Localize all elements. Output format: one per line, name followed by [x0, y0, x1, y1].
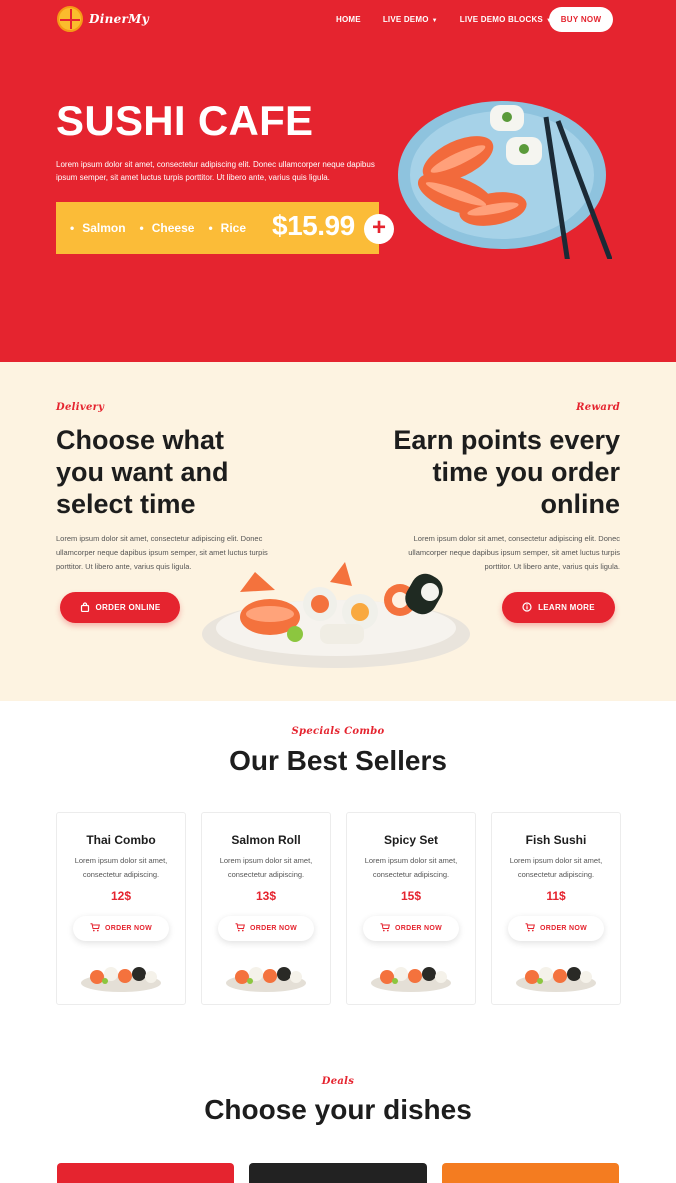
hero-description: Lorem ipsum dolor sit amet, consectetur …: [56, 160, 375, 182]
reward-title: Earn points every time you order online: [393, 425, 620, 519]
delivery-label: Delivery: [56, 402, 105, 413]
product-name: Thai Combo: [86, 833, 156, 847]
product-description: Lorem ipsum dolor sit amet, consectetur …: [364, 856, 458, 879]
best-sellers-list: Thai Combo Lorem ipsum dolor sit amet, c…: [56, 812, 621, 1005]
sushi-dish-image: [81, 967, 161, 992]
sushi-dish-image: [516, 967, 596, 992]
best-sellers-title: Our Best Sellers: [229, 745, 447, 776]
cart-icon: [235, 923, 245, 934]
nav-link-home[interactable]: HOME: [336, 15, 361, 24]
top-navbar: DinerMy HOME LIVE DEMO ▼ LIVE DEMO BLOCKS…: [0, 0, 676, 40]
delivery-reward-section: Delivery Choose what you want and select…: [0, 362, 676, 701]
order-now-button[interactable]: ORDER NOW: [363, 916, 459, 941]
order-now-label: ORDER NOW: [104, 925, 153, 932]
logo[interactable]: DinerMy: [57, 6, 149, 32]
product-name: Spicy Set: [383, 833, 439, 847]
hero-price: $15.99: [272, 210, 355, 241]
reward-label: Reward: [576, 402, 620, 413]
deals-title: Choose your dishes: [204, 1094, 472, 1125]
chevron-down-icon: ▼: [431, 18, 438, 24]
ingredient-item: Rice: [208, 221, 246, 235]
product-description: Lorem ipsum dolor sit amet, consectetur …: [74, 856, 168, 879]
hero-title: SUSHI CAFE: [56, 97, 314, 144]
learn-more-label: LEARN MORE: [538, 603, 595, 612]
order-now-button[interactable]: ORDER NOW: [218, 916, 314, 941]
ingredient-item: Salmon: [70, 221, 125, 235]
product-description: Lorem ipsum dolor sit amet, consectetur …: [219, 856, 313, 879]
info-icon: [522, 601, 532, 614]
order-now-label: ORDER NOW: [539, 925, 588, 932]
ingredient-item: Cheese: [140, 221, 195, 235]
product-card: Spicy Set Lorem ipsum dolor sit amet, co…: [346, 812, 476, 1005]
product-card: Salmon Roll Lorem ipsum dolor sit amet, …: [201, 812, 331, 1005]
sushi-dish-image: [226, 967, 306, 992]
ingredient-list: Salmon Cheese Rice: [70, 221, 246, 235]
nav-link-home-label: HOME: [336, 15, 361, 24]
buy-now-button[interactable]: BUY NOW: [549, 7, 613, 32]
sushi-platter-image: [202, 562, 470, 668]
product-description: Lorem ipsum dolor sit amet, consectetur …: [509, 856, 603, 879]
nav-link-live-demo-blocks[interactable]: LIVE DEMO BLOCKS▼: [460, 15, 552, 24]
cart-icon: [90, 923, 100, 934]
order-now-button[interactable]: ORDER NOW: [73, 916, 169, 941]
order-now-label: ORDER NOW: [394, 925, 443, 932]
product-price: 11$: [546, 889, 566, 903]
nav-links: HOME LIVE DEMO▼ LIVE DEMO BLOCKS▼: [336, 15, 552, 24]
product-price: 12$: [110, 889, 132, 903]
order-now-label: ORDER NOW: [249, 925, 298, 932]
price-bar: Salmon Cheese Rice $15.99: [56, 202, 379, 254]
deal-tile[interactable]: [442, 1163, 619, 1183]
deals-label: Deals: [321, 1076, 355, 1087]
specials-combo-label: Specials Combo: [291, 726, 385, 737]
product-card: Thai Combo Lorem ipsum dolor sit amet, c…: [56, 812, 186, 1005]
product-name: Salmon Roll: [231, 833, 301, 847]
cart-icon: [525, 923, 535, 934]
nav-link-live-demo-label: LIVE DEMO: [382, 15, 429, 24]
hero-section: DinerMy HOME LIVE DEMO ▼ LIVE DEMO BLOCKS…: [0, 0, 676, 362]
product-name: Fish Sushi: [525, 833, 587, 847]
cart-icon: [380, 923, 390, 934]
nav-link-live-demo[interactable]: LIVE DEMO ▼: [383, 15, 438, 24]
order-now-button[interactable]: ORDER NOW: [508, 916, 604, 941]
logo-text: DinerMy: [89, 12, 150, 26]
add-to-cart-plus-icon[interactable]: +: [364, 214, 394, 244]
product-card: Fish Sushi Lorem ipsum dolor sit amet, c…: [491, 812, 621, 1005]
delivery-title: Choose what you want and select time: [56, 425, 229, 519]
nav-link-live-demo-blocks-label: LIVE DEMO BLOCKS: [459, 15, 543, 24]
product-price: 13$: [255, 889, 277, 903]
bag-icon: [80, 601, 90, 614]
deal-tile[interactable]: [249, 1163, 427, 1183]
learn-more-button[interactable]: LEARN MORE: [502, 592, 615, 623]
sushi-dish-image: [371, 967, 451, 992]
product-price: 15$: [400, 889, 422, 903]
order-online-button[interactable]: ORDER ONLINE: [60, 592, 180, 623]
order-online-label: ORDER ONLINE: [95, 603, 161, 612]
orange-slice-icon: [57, 6, 83, 32]
salmon-sashimi-plate-image: [398, 101, 612, 259]
deal-tile[interactable]: [57, 1163, 234, 1183]
